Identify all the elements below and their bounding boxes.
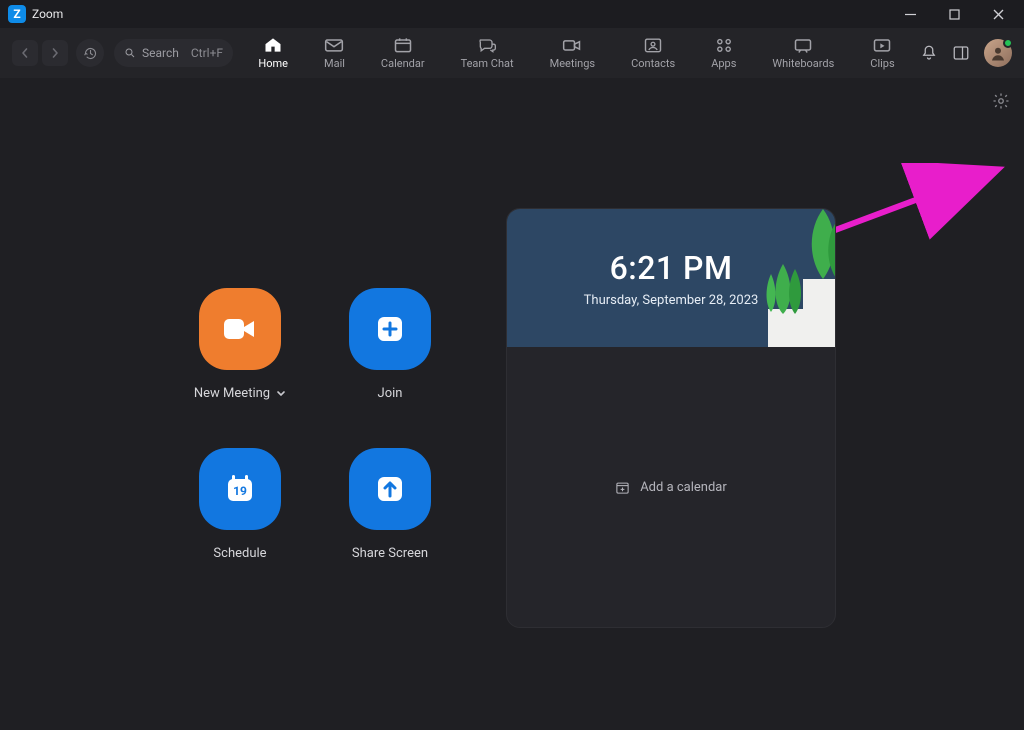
tab-apps[interactable]: Apps <box>707 34 740 72</box>
tab-meetings[interactable]: Meetings <box>546 34 599 72</box>
tab-contacts[interactable]: Contacts <box>627 34 679 72</box>
tab-whiteboards[interactable]: Whiteboards <box>768 34 838 72</box>
action-label: Share Screen <box>352 546 428 561</box>
nav-forward-button[interactable] <box>42 40 68 66</box>
new-meeting-button[interactable]: New Meeting <box>170 288 310 428</box>
tab-mail[interactable]: Mail <box>320 34 349 72</box>
content-area: New Meeting Join 19 Schedule <box>0 78 1024 730</box>
maximize-button[interactable] <box>932 0 976 28</box>
contacts-icon <box>643 36 663 54</box>
tab-label: Calendar <box>381 57 425 70</box>
tab-clips[interactable]: Clips <box>866 34 898 72</box>
chat-icon <box>477 36 497 54</box>
settings-button[interactable] <box>992 92 1010 110</box>
clips-icon <box>872 36 892 54</box>
profile-avatar[interactable] <box>984 39 1012 67</box>
tab-home[interactable]: Home <box>254 34 292 72</box>
home-icon <box>263 36 283 54</box>
tab-label: Meetings <box>550 57 595 70</box>
video-icon <box>562 36 582 54</box>
video-camera-icon <box>222 315 258 343</box>
whiteboard-icon <box>793 36 813 54</box>
minimize-button[interactable] <box>888 0 932 28</box>
action-label: Schedule <box>213 546 266 561</box>
tab-label: Home <box>258 57 288 70</box>
calendar-tile-icon: 19 <box>222 471 258 507</box>
status-indicator <box>1003 38 1013 48</box>
share-arrow-icon <box>373 472 407 506</box>
action-label: New Meeting <box>194 386 270 401</box>
tab-team-chat[interactable]: Team Chat <box>457 34 518 72</box>
bell-icon <box>920 44 938 62</box>
gear-icon <box>992 92 1010 110</box>
main-tabs: Home Mail Calendar Team Chat Meetings Co… <box>237 28 916 78</box>
action-label: Join <box>378 386 403 401</box>
titlebar: Z Zoom <box>0 0 1024 28</box>
panel-toggle-button[interactable] <box>952 44 970 62</box>
add-calendar-button[interactable]: Add a calendar <box>615 480 727 495</box>
tab-label: Team Chat <box>461 57 514 70</box>
clock-date: Thursday, September 28, 2023 <box>584 293 759 308</box>
mail-icon <box>324 36 344 54</box>
window-title: Zoom <box>32 7 63 21</box>
add-calendar-label: Add a calendar <box>640 480 727 495</box>
calendar-card: 6:21 PM Thursday, September 28, 2023 Add… <box>506 208 836 628</box>
tab-label: Contacts <box>631 57 675 70</box>
tab-label: Clips <box>870 57 894 70</box>
calendar-icon <box>393 36 413 54</box>
panel-icon <box>952 44 970 62</box>
tab-label: Apps <box>711 57 736 70</box>
schedule-button[interactable]: 19 Schedule <box>170 448 310 588</box>
main-toolbar: Search Ctrl+F Home Mail Calendar Team Ch… <box>0 28 1024 78</box>
chevron-down-icon <box>276 389 286 399</box>
search-icon <box>124 47 136 59</box>
tab-calendar[interactable]: Calendar <box>377 34 429 72</box>
annotation-arrow <box>816 163 1006 243</box>
tab-label: Mail <box>324 57 345 70</box>
search-shortcut: Ctrl+F <box>191 46 223 60</box>
history-button[interactable] <box>76 39 104 67</box>
calendar-hero: 6:21 PM Thursday, September 28, 2023 <box>507 209 835 347</box>
plants-illustration <box>753 209 835 347</box>
search-input[interactable]: Search Ctrl+F <box>114 39 233 67</box>
zoom-logo-icon: Z <box>8 5 26 23</box>
share-screen-button[interactable]: Share Screen <box>320 448 460 588</box>
search-placeholder: Search <box>142 46 179 60</box>
nav-back-button[interactable] <box>12 40 38 66</box>
plus-icon <box>373 312 407 346</box>
calendar-plus-icon <box>615 480 630 495</box>
tab-label: Whiteboards <box>772 57 834 70</box>
notifications-button[interactable] <box>920 44 938 62</box>
svg-text:19: 19 <box>233 484 247 498</box>
home-actions: New Meeting Join 19 Schedule <box>170 288 460 588</box>
clock-time: 6:21 PM <box>610 249 733 287</box>
close-button[interactable] <box>976 0 1020 28</box>
apps-icon <box>714 36 734 54</box>
join-button[interactable]: Join <box>320 288 460 428</box>
